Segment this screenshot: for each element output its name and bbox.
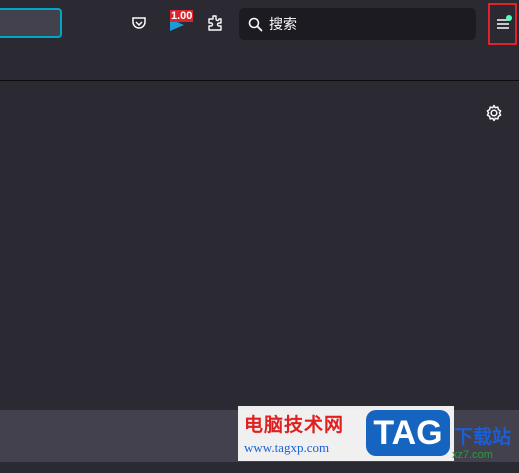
gear-icon bbox=[486, 104, 502, 122]
extensions-puzzle-icon bbox=[208, 15, 222, 31]
application-menu-button[interactable] bbox=[488, 3, 517, 45]
bookmarks-toolbar bbox=[0, 46, 519, 81]
watermark-logo: TAG bbox=[366, 410, 450, 456]
settings-button[interactable] bbox=[484, 103, 504, 123]
update-notification-dot bbox=[506, 15, 512, 21]
search-placeholder: 搜索 bbox=[269, 16, 297, 32]
watermark-url: www.tagxp.com bbox=[244, 440, 330, 455]
bottom-strip bbox=[0, 462, 519, 473]
search-icon bbox=[248, 17, 263, 31]
navigation-toolbar: 1.00 搜索 bbox=[0, 0, 519, 46]
pocket-icon bbox=[132, 17, 146, 29]
watermark-title: 电脑技术网 bbox=[244, 414, 345, 436]
watermark-side-url: xz7.com bbox=[452, 449, 493, 461]
address-bar[interactable] bbox=[0, 8, 62, 38]
search-input[interactable]: 搜索 bbox=[239, 8, 476, 40]
watermark-side-text: 下载站 bbox=[454, 426, 512, 448]
extension-badge-label: 1.00 bbox=[170, 10, 194, 22]
extensions-button[interactable] bbox=[203, 11, 227, 35]
pocket-button[interactable] bbox=[127, 11, 151, 35]
watermark: 电脑技术网 www.tagxp.com TAG bbox=[238, 406, 454, 461]
